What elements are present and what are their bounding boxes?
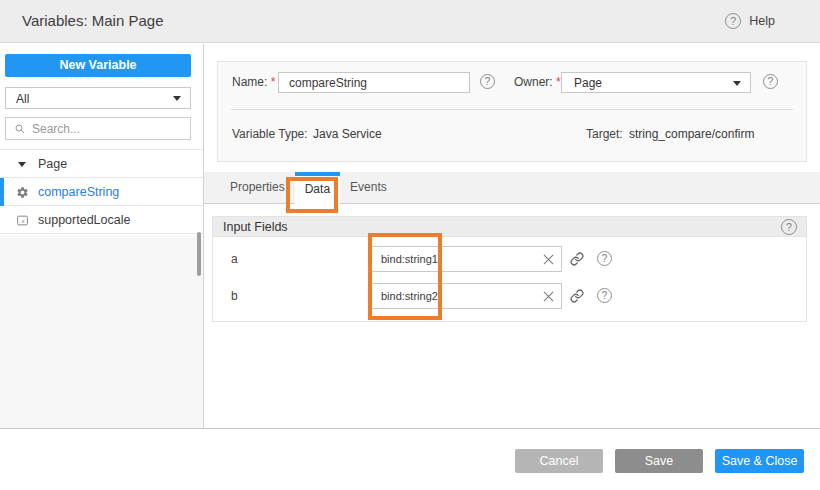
chevron-down-icon bbox=[173, 96, 181, 101]
field-a-help-icon[interactable]: ? bbox=[597, 251, 612, 266]
new-variable-button[interactable]: New Variable bbox=[5, 54, 191, 77]
help-button[interactable]: ? Help bbox=[725, 13, 775, 29]
page-header: Variables: Main Page ? Help bbox=[0, 0, 820, 43]
required-marker: * bbox=[271, 75, 276, 89]
field-label-b: b bbox=[231, 283, 311, 309]
chevron-down-icon bbox=[733, 81, 741, 86]
bind-link-icon[interactable] bbox=[570, 289, 584, 303]
text-variable-icon: x bbox=[16, 213, 29, 231]
divider bbox=[0, 428, 820, 429]
save-button[interactable]: Save bbox=[615, 449, 703, 473]
variables-tree: Page compareString x supportedLocale bbox=[0, 149, 203, 234]
variables-sidebar: New Variable All Page compareString x su… bbox=[0, 44, 204, 429]
input-fields-title: Input Fields bbox=[223, 220, 288, 234]
input-fields-body: a ? b ? bbox=[212, 237, 807, 322]
service-gear-icon bbox=[16, 185, 29, 203]
save-and-close-button[interactable]: Save & Close bbox=[715, 449, 804, 473]
target-value: string_compare/confirm bbox=[629, 127, 754, 141]
sidebar-scrollbar[interactable] bbox=[197, 232, 201, 276]
page-title: Variables: Main Page bbox=[22, 12, 163, 29]
svg-text:x: x bbox=[22, 218, 25, 224]
tree-expander-icon[interactable] bbox=[18, 162, 26, 167]
owner-label: Owner: * bbox=[514, 75, 561, 89]
clear-icon[interactable] bbox=[543, 291, 554, 302]
divider bbox=[231, 109, 793, 110]
filter-dropdown[interactable]: All bbox=[5, 87, 191, 109]
variable-type-label: Variable Type: bbox=[232, 127, 308, 141]
footer-actions: Cancel Save Save & Close bbox=[515, 449, 804, 473]
tree-group-page[interactable]: Page bbox=[0, 150, 203, 178]
tree-item-supportedlocale[interactable]: x supportedLocale bbox=[0, 206, 203, 234]
input-fields-help-icon[interactable]: ? bbox=[781, 219, 797, 235]
bind-link-icon[interactable] bbox=[570, 252, 584, 266]
tab-events[interactable]: Events bbox=[340, 172, 397, 204]
sidebar-empty-area bbox=[0, 236, 203, 429]
search-box[interactable] bbox=[5, 117, 191, 140]
name-field[interactable] bbox=[278, 72, 470, 93]
selected-indicator bbox=[0, 178, 4, 206]
name-label: Name: * bbox=[232, 75, 275, 89]
help-icon: ? bbox=[725, 13, 741, 29]
tree-item-comparestring[interactable]: compareString bbox=[0, 178, 203, 206]
field-label-a: a bbox=[231, 246, 311, 272]
variable-details-panel: Name: * ? Owner: * Page ? Variable Type:… bbox=[217, 61, 807, 162]
search-icon bbox=[14, 123, 26, 135]
annotation-rectangle-data-tab bbox=[286, 177, 338, 213]
annotation-rectangle-bind-values bbox=[368, 233, 442, 320]
cancel-button[interactable]: Cancel bbox=[515, 449, 603, 473]
field-b-help-icon[interactable]: ? bbox=[597, 288, 612, 303]
owner-help-icon[interactable]: ? bbox=[763, 74, 778, 89]
tab-properties[interactable]: Properties bbox=[220, 172, 295, 204]
search-input[interactable] bbox=[32, 119, 182, 138]
variable-type-value: Java Service bbox=[313, 127, 382, 141]
owner-dropdown[interactable]: Page bbox=[561, 72, 751, 93]
target-label: Target: bbox=[586, 127, 623, 141]
clear-icon[interactable] bbox=[543, 254, 554, 265]
name-help-icon[interactable]: ? bbox=[480, 74, 495, 89]
input-fields-header: Input Fields ? bbox=[212, 216, 807, 237]
